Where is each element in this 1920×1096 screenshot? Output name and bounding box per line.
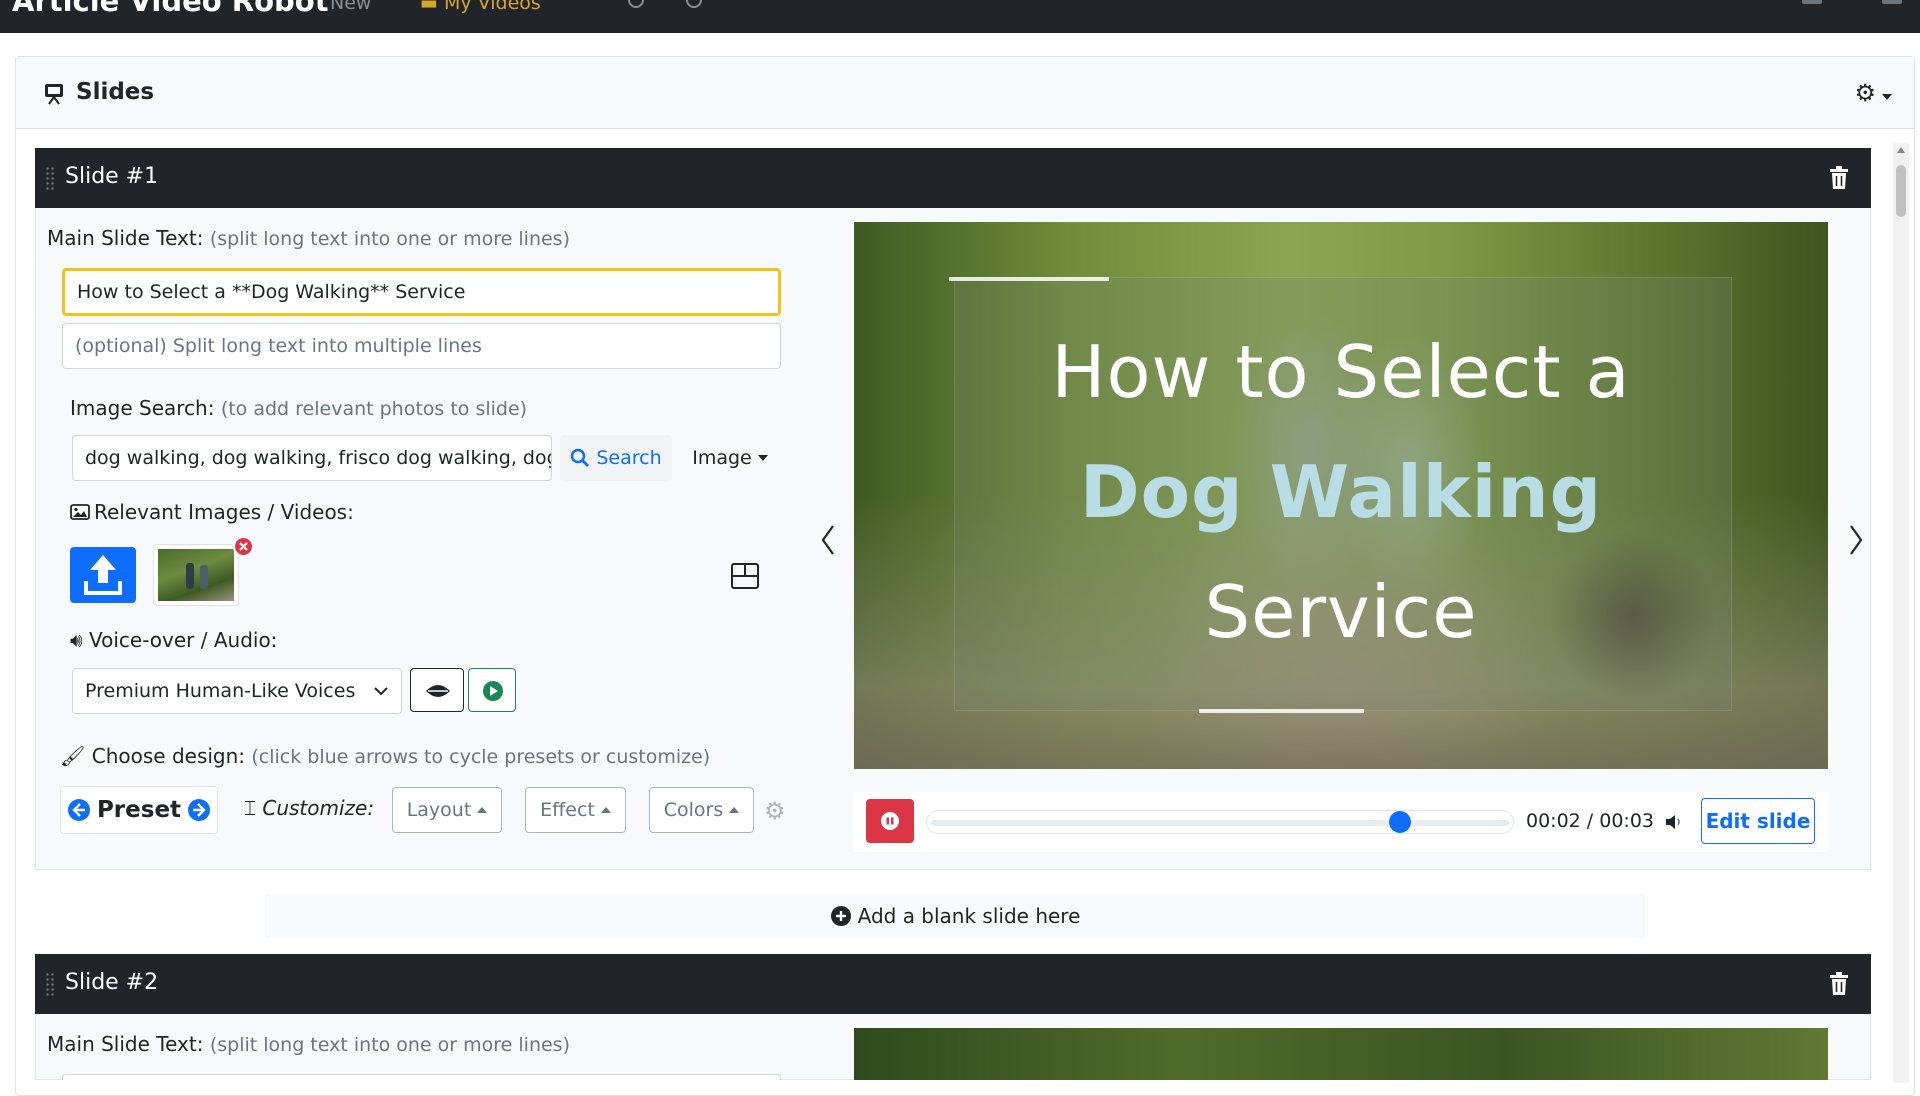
help-icon[interactable] <box>686 0 702 8</box>
previous-slide-icon[interactable] <box>818 520 838 560</box>
arrow-right-icon[interactable] <box>187 798 211 822</box>
slides-card-header: Slides ⚙ <box>16 57 1914 129</box>
remove-media-icon[interactable] <box>233 536 254 557</box>
colors-button[interactable]: Colors <box>649 787 754 833</box>
volume-icon[interactable] <box>1664 812 1686 832</box>
image-icon <box>70 504 90 520</box>
preview-line-1: How to Select a <box>1051 330 1631 414</box>
drag-handle-icon[interactable] <box>45 166 55 192</box>
drag-handle-icon[interactable] <box>45 972 55 998</box>
chevron-down-icon <box>1876 89 1892 105</box>
arrow-left-icon[interactable] <box>67 798 91 822</box>
main-text-hint: (split long text into one or more lines) <box>209 228 570 250</box>
media-thumbnail[interactable] <box>153 544 239 606</box>
design-hint: (click blue arrows to cycle presets or c… <box>251 746 711 768</box>
stop-button[interactable] <box>866 799 914 843</box>
design-label: 🖌︎ Choose design: (click blue arrows to … <box>60 744 711 768</box>
progress-slider[interactable] <box>926 810 1514 834</box>
stop-icon <box>881 812 899 830</box>
nav-link-new[interactable]: New <box>330 0 371 14</box>
main-text-input[interactable]: How to Select a **Dog Walking** Service <box>62 268 781 316</box>
scroll-thumb[interactable] <box>1896 165 1906 217</box>
lips-icon <box>426 685 450 697</box>
settings-dropdown[interactable]: ⚙ <box>1854 79 1892 107</box>
relevant-media-label: Relevant Images / Videos: <box>70 500 354 524</box>
voice-select[interactable]: Premium Human-Like Voices <box>72 668 402 714</box>
slides-icon <box>45 84 63 105</box>
preview-line-2: Dog Walking <box>1079 450 1603 534</box>
plus-circle-icon <box>830 906 851 926</box>
voice-label: 🔊︎ Voice-over / Audio: <box>70 628 278 652</box>
notifications-icon[interactable] <box>1802 0 1822 4</box>
edit-slide-button[interactable]: Edit slide <box>1701 798 1815 844</box>
scroll-up-icon[interactable] <box>1897 147 1905 153</box>
main-text-label: Main Slide Text: (split long text into o… <box>47 226 570 250</box>
upload-icon <box>84 555 122 595</box>
thumbnail-image <box>158 549 234 601</box>
slide-2-header: Slide #2 <box>35 954 1871 1014</box>
progress-fill <box>931 820 1509 826</box>
image-search-input[interactable]: dog walking, dog walking, frisco dog wal… <box>72 435 552 481</box>
menu-icon[interactable] <box>1882 0 1902 4</box>
top-navbar: Article Video Robot New ▬ My Videos <box>0 0 1920 33</box>
customize-label: ⌶ Customize: <box>244 796 375 820</box>
preset-control: Preset <box>60 786 218 834</box>
video-icon: ▬ <box>420 0 444 14</box>
image-search-hint: (to add relevant photos to slide) <box>220 398 528 420</box>
effect-button[interactable]: Effect <box>525 787 626 833</box>
add-blank-slide-button[interactable]: Add a blank slide here <box>265 894 1645 938</box>
progress-thumb[interactable] <box>1389 811 1411 833</box>
upload-button[interactable] <box>70 547 136 603</box>
grid-layout-icon[interactable] <box>731 563 759 589</box>
preview-accent-line-bottom <box>1199 709 1364 713</box>
layout-button[interactable]: Layout <box>392 787 502 833</box>
volume-icon: 🔊︎ <box>70 628 89 652</box>
image-search-label: Image Search: (to add relevant photos to… <box>70 396 528 420</box>
preview-line-3: Service <box>1204 570 1478 654</box>
brush-icon: 🖌︎ <box>60 744 92 768</box>
next-slide-icon[interactable] <box>1846 520 1866 560</box>
slides-title: Slides <box>76 79 155 105</box>
preset-label: Preset <box>96 797 182 823</box>
playback-time: 00:02 / 00:03 <box>1526 810 1654 832</box>
play-voice-button[interactable] <box>468 668 516 712</box>
account-icon[interactable] <box>628 0 644 8</box>
slide-1-header: Slide #1 <box>35 148 1871 208</box>
gear-icon: ⚙ <box>1854 79 1876 107</box>
slide-2-title: Slide #2 <box>65 970 159 995</box>
slide-2-preview[interactable] <box>854 1028 1828 1080</box>
search-icon <box>571 448 590 467</box>
trash-icon[interactable] <box>1829 166 1849 190</box>
slide-1-title: Slide #1 <box>65 164 159 189</box>
media-type-dropdown[interactable]: Image <box>688 435 772 481</box>
slide-preview[interactable]: How to Select a Dog Walking Service <box>854 222 1828 769</box>
trash-icon[interactable] <box>1829 972 1849 996</box>
brand-title[interactable]: Article Video Robot <box>12 0 329 18</box>
slide-2-main-text-hint: (split long text into one or more lines) <box>209 1034 570 1056</box>
scrollbar[interactable] <box>1893 143 1909 1083</box>
design-settings-icon[interactable]: ⚙ <box>764 797 786 825</box>
search-button[interactable]: Search <box>560 435 672 481</box>
play-icon <box>483 681 503 701</box>
split-text-input[interactable]: (optional) Split long text into multiple… <box>62 323 781 369</box>
cursor-icon: ⌶ <box>244 796 256 820</box>
lip-sync-button[interactable] <box>410 668 464 712</box>
chevron-down-icon <box>374 687 388 696</box>
preview-accent-line-top <box>949 277 1109 281</box>
slide-2-main-text-input[interactable] <box>62 1074 781 1080</box>
slide-2-main-text-label: Main Slide Text: (split long text into o… <box>47 1032 570 1056</box>
nav-link-my-videos[interactable]: ▬ My Videos <box>420 0 541 14</box>
